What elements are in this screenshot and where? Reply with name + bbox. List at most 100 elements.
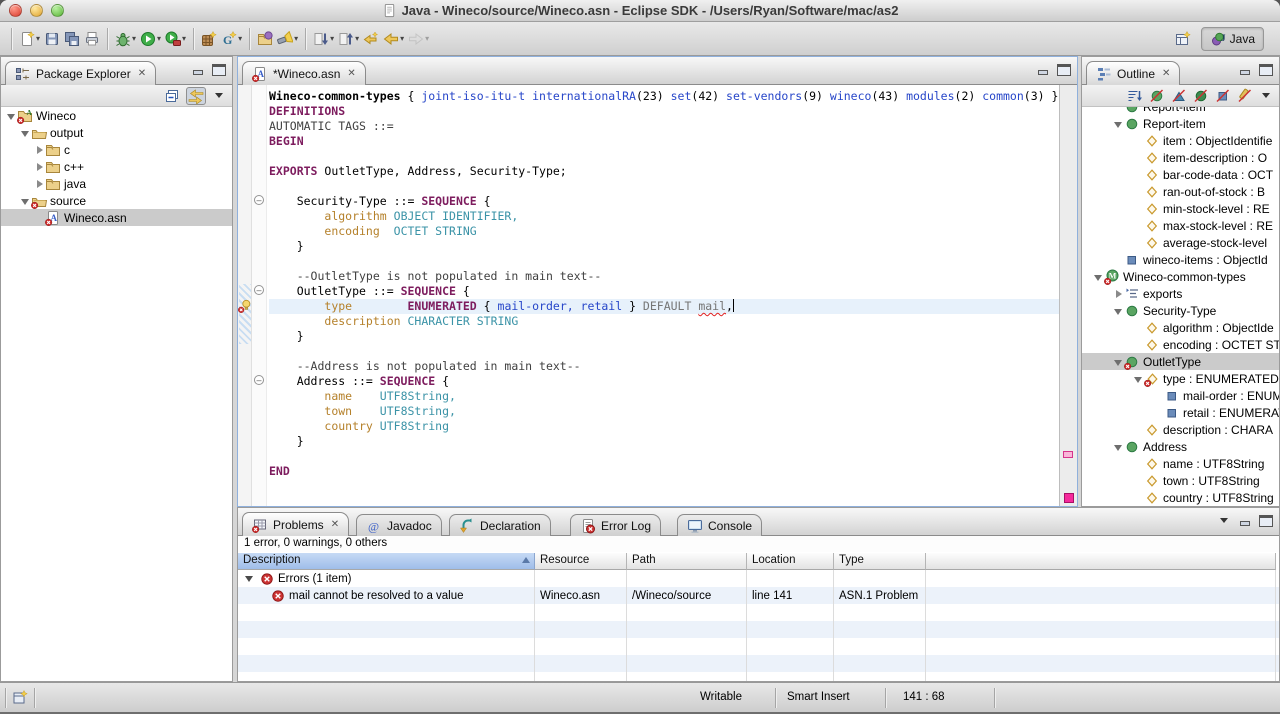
tree-item-retail[interactable]: retail : ENUMERAT — [1082, 404, 1279, 421]
back-button[interactable]: ▾ — [381, 26, 406, 52]
java-perspective-button[interactable]: J Java — [1201, 27, 1264, 51]
print-button[interactable] — [82, 26, 102, 52]
column-header-path[interactable]: Path — [627, 553, 747, 570]
fold-collapse-icon[interactable]: – — [254, 285, 264, 295]
dropdown-arrow-icon[interactable]: ▾ — [294, 34, 298, 43]
close-icon[interactable]: ✕ — [1162, 68, 1170, 79]
collapse-all-button[interactable] — [164, 88, 180, 104]
close-icon[interactable]: ✕ — [138, 68, 146, 79]
editor-tab[interactable]: A *Wineco.asn ✕ — [242, 61, 366, 85]
tree-item-town[interactable]: town : UTF8String — [1082, 472, 1279, 489]
sort-button[interactable] — [1127, 88, 1143, 104]
group-collapse-arrow-icon[interactable] — [245, 576, 253, 582]
view-menu-icon[interactable] — [1220, 518, 1228, 523]
tree-item-description[interactable]: description : CHARA — [1082, 421, 1279, 438]
tree-item-wineco[interactable]: AWineco — [1, 107, 232, 124]
tree-item-outlettype[interactable]: OutletType — [1082, 353, 1279, 370]
previous-annotation-button[interactable]: ▾ — [336, 26, 361, 52]
overview-error-indicator[interactable] — [1064, 493, 1074, 503]
tree-collapse-arrow-icon[interactable] — [1112, 118, 1124, 130]
minimize-window-button[interactable] — [30, 4, 43, 17]
tree-item-report-item[interactable]: Report-item — [1082, 107, 1279, 115]
maximize-view-button[interactable] — [212, 64, 226, 76]
tree-item-security-type[interactable]: Security-Type — [1082, 302, 1279, 319]
tab-error-log[interactable]: Error Log — [570, 514, 661, 536]
tree-item-average-stock-level[interactable]: average-stock-level — [1082, 234, 1279, 251]
tree-item-source[interactable]: source — [1, 192, 232, 209]
close-window-button[interactable] — [9, 4, 22, 17]
generate-code-button[interactable]: G▾ — [219, 26, 244, 52]
new-wizard-button[interactable]: ▾ — [17, 26, 42, 52]
column-header-description[interactable]: Description — [238, 553, 535, 570]
tree-item-item-description[interactable]: item-description : O — [1082, 149, 1279, 166]
tree-collapse-arrow-icon[interactable] — [1132, 373, 1144, 385]
tree-item-max-stock-level[interactable]: max-stock-level : RE — [1082, 217, 1279, 234]
minimize-view-button[interactable] — [1238, 515, 1252, 527]
run-external-tools-button[interactable]: ▾ — [163, 26, 188, 52]
column-header-type[interactable]: Type — [834, 553, 926, 570]
maximize-editor-button[interactable] — [1057, 64, 1071, 76]
filter-annotations-button[interactable] — [1237, 88, 1253, 104]
tree-item-wineco-items[interactable]: wineco-items : ObjectId — [1082, 251, 1279, 268]
search-button[interactable]: ▾ — [275, 26, 300, 52]
code-area[interactable]: Wineco-common-types { joint-iso-itu-t in… — [267, 85, 1059, 506]
view-menu-icon[interactable] — [215, 93, 223, 98]
problem-row[interactable]: mail cannot be resolved to a valueWineco… — [238, 587, 1279, 604]
close-icon[interactable]: ✕ — [331, 519, 339, 530]
close-icon[interactable]: ✕ — [347, 68, 355, 79]
tree-expand-arrow-icon[interactable] — [1112, 288, 1124, 300]
run-button[interactable]: ▾ — [138, 26, 163, 52]
tree-item-output[interactable]: output — [1, 124, 232, 141]
tree-item-country[interactable]: country : UTF8String — [1082, 489, 1279, 506]
tree-item-c[interactable]: c — [1, 141, 232, 158]
filter-fields-button[interactable] — [1215, 88, 1231, 104]
tree-item-wineco-common-types[interactable]: MWineco-common-types — [1082, 268, 1279, 285]
save-all-button[interactable] — [62, 26, 82, 52]
tab-problems[interactable]: Problems✕ — [242, 512, 349, 536]
tree-item-exports[interactable]: exports — [1082, 285, 1279, 302]
tree-item-c[interactable]: c++ — [1, 158, 232, 175]
tree-collapse-arrow-icon[interactable] — [5, 110, 17, 122]
fold-collapse-icon[interactable]: – — [254, 195, 264, 205]
debug-button[interactable]: ▾ — [113, 26, 138, 52]
tree-expand-arrow-icon[interactable] — [33, 161, 45, 173]
overview-error-annotation[interactable] — [1063, 451, 1073, 458]
tab-console[interactable]: Console — [677, 514, 762, 536]
tree-collapse-arrow-icon[interactable] — [1112, 356, 1124, 368]
tree-item-address[interactable]: Address — [1082, 438, 1279, 455]
outline-tab[interactable]: Outline ✕ — [1086, 61, 1180, 85]
dropdown-arrow-icon[interactable]: ▾ — [36, 34, 40, 43]
column-header-location[interactable]: Location — [747, 553, 834, 570]
tree-item-min-stock-level[interactable]: min-stock-level : RE — [1082, 200, 1279, 217]
tree-collapse-arrow-icon[interactable] — [1112, 305, 1124, 317]
tree-collapse-arrow-icon[interactable] — [1092, 271, 1104, 283]
dropdown-arrow-icon[interactable]: ▾ — [425, 34, 429, 43]
filter-assignments-button[interactable] — [1193, 88, 1209, 104]
minimize-view-button[interactable] — [191, 64, 205, 76]
tree-item-name[interactable]: name : UTF8String — [1082, 455, 1279, 472]
tree-item-encoding[interactable]: encoding : OCTET ST — [1082, 336, 1279, 353]
view-menu-icon[interactable] — [1262, 93, 1270, 98]
new-asn-module-button[interactable] — [199, 26, 219, 52]
tree-item-ran-out-of-stock[interactable]: ran-out-of-stock : B — [1082, 183, 1279, 200]
tree-collapse-arrow-icon[interactable] — [19, 127, 31, 139]
minimize-editor-button[interactable] — [1036, 64, 1050, 76]
filter-types-button[interactable] — [1171, 88, 1187, 104]
tree-item-mail-order[interactable]: mail-order : ENUM — [1082, 387, 1279, 404]
tree-expand-arrow-icon[interactable] — [33, 144, 45, 156]
minimize-view-button[interactable] — [1238, 64, 1252, 76]
tab-javadoc[interactable]: @Javadoc — [356, 514, 442, 536]
error-marker-icon[interactable] — [238, 299, 252, 312]
open-resource-button[interactable] — [255, 26, 275, 52]
tree-collapse-arrow-icon[interactable] — [19, 195, 31, 207]
annotation-ruler[interactable] — [238, 85, 252, 506]
tree-item-winecoasn[interactable]: AWineco.asn — [1, 209, 232, 226]
overview-ruler[interactable] — [1059, 85, 1077, 506]
zoom-window-button[interactable] — [51, 4, 64, 17]
open-perspective-button[interactable] — [1173, 26, 1193, 52]
tree-item-item[interactable]: item : ObjectIdentifie — [1082, 132, 1279, 149]
tree-item-report-item[interactable]: Report-item — [1082, 115, 1279, 132]
tree-item-bar-code-data[interactable]: bar-code-data : OCT — [1082, 166, 1279, 183]
fold-collapse-icon[interactable]: – — [254, 375, 264, 385]
dropdown-arrow-icon[interactable]: ▾ — [132, 34, 136, 43]
